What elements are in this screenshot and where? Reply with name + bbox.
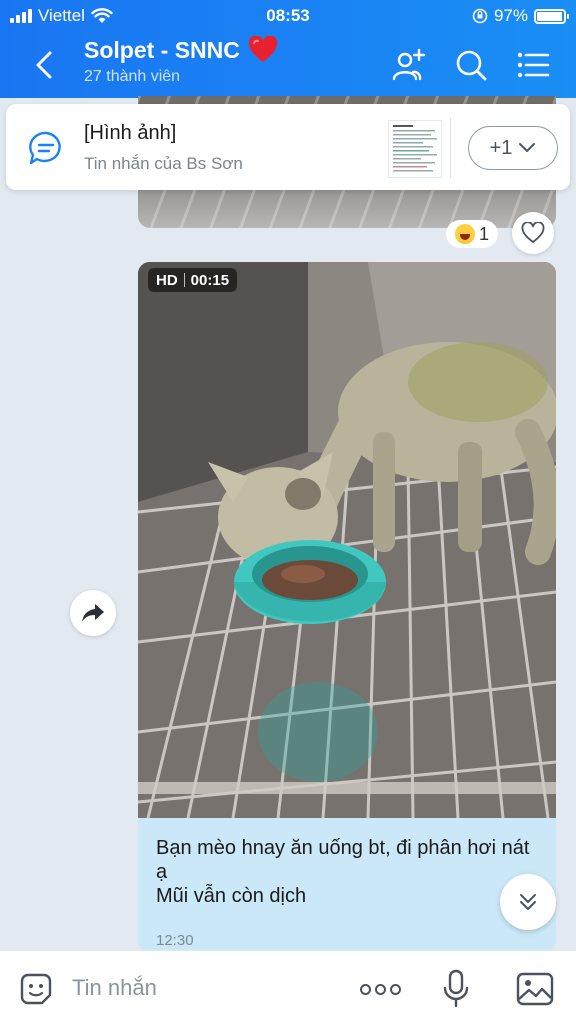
image-icon (516, 972, 554, 1006)
caption-line-2: Mũi vẫn còn dịch (156, 885, 307, 907)
add-member-button[interactable] (392, 48, 426, 82)
reaction-count: 1 (478, 223, 489, 244)
more-dot-icon (390, 983, 401, 995)
chat-title: Solpet - SNNC (84, 36, 278, 64)
document-thumbnail-image (393, 125, 437, 172)
more-options-button[interactable] (360, 979, 404, 999)
pinned-more-button[interactable]: +1 (468, 126, 558, 170)
back-button[interactable] (30, 48, 60, 82)
cat-eating-video-frame (138, 262, 556, 818)
heart-outline-icon (521, 222, 545, 243)
chevron-down-icon (519, 143, 536, 152)
message-time: 12:30 (156, 932, 194, 949)
chat-header: Viettel 08:53 97% Solpet - SNNC 27 thành… (0, 0, 576, 98)
search-icon (456, 50, 487, 81)
video-badge: HD 00:15 (148, 268, 238, 292)
more-dot-icon (360, 983, 371, 995)
share-button[interactable] (70, 590, 116, 636)
message-caption: Bạn mèo hnay ăn uống bt, đi phân hơi nát… (156, 836, 546, 908)
sticker-button[interactable] (18, 971, 54, 1007)
message-input-bar (0, 950, 576, 1024)
add-member-icon (392, 48, 426, 81)
battery-fill (537, 11, 563, 21)
video-quality: HD (156, 271, 178, 289)
search-button[interactable] (454, 48, 488, 82)
badge-separator (183, 273, 185, 287)
member-count: 27 thành viên (84, 68, 181, 85)
message-input[interactable] (72, 975, 342, 1001)
battery-icon (534, 8, 569, 24)
reaction-badge[interactable]: 1 (446, 220, 498, 248)
pinned-title: [Hình ảnh] (84, 122, 177, 144)
laughing-emoji-icon (454, 224, 475, 244)
menu-icon (517, 52, 550, 78)
chat-title-text: Solpet - SNNC (84, 36, 240, 63)
chat-bubble-icon (29, 131, 61, 165)
pinned-subtitle: Tin nhắn của Bs Sơn (84, 154, 243, 173)
rotation-lock-icon (472, 8, 488, 24)
pinned-more-label: +1 (489, 136, 513, 159)
scroll-to-bottom-button[interactable] (500, 874, 556, 930)
image-picker-button[interactable] (516, 971, 554, 1007)
pinned-message[interactable]: [Hình ảnh] Tin nhắn của Bs Sơn +1 (6, 104, 570, 190)
header-actions (392, 48, 550, 82)
caption-line-1: Bạn mèo hnay ăn uống bt, đi phân hơi nát… (156, 837, 535, 883)
menu-button[interactable] (516, 48, 550, 82)
heart-emoji-icon (248, 36, 278, 62)
status-bar: Viettel 08:53 97% (0, 0, 576, 32)
pinned-divider (450, 118, 451, 178)
voice-button[interactable] (442, 969, 470, 1009)
share-arrow-icon (82, 604, 104, 622)
pinned-thumbnail[interactable] (388, 120, 442, 178)
video-player[interactable]: HD 00:15 (138, 262, 556, 818)
title-block[interactable]: Solpet - SNNC 27 thành viên (84, 36, 278, 86)
react-heart-button[interactable] (512, 212, 554, 254)
nav-row: Solpet - SNNC 27 thành viên (0, 34, 576, 96)
microphone-icon (443, 969, 469, 1008)
double-chevron-down-icon (520, 894, 536, 910)
status-right: 97% (472, 6, 569, 26)
video-duration: 00:15 (190, 271, 230, 289)
back-icon (36, 51, 52, 79)
video-message: HD 00:15 Bạn mèo hnay ăn uống bt, đi phâ… (138, 262, 556, 952)
more-dot-icon (375, 983, 386, 995)
sticker-icon (20, 973, 52, 1005)
battery-label: 97% (493, 6, 528, 25)
